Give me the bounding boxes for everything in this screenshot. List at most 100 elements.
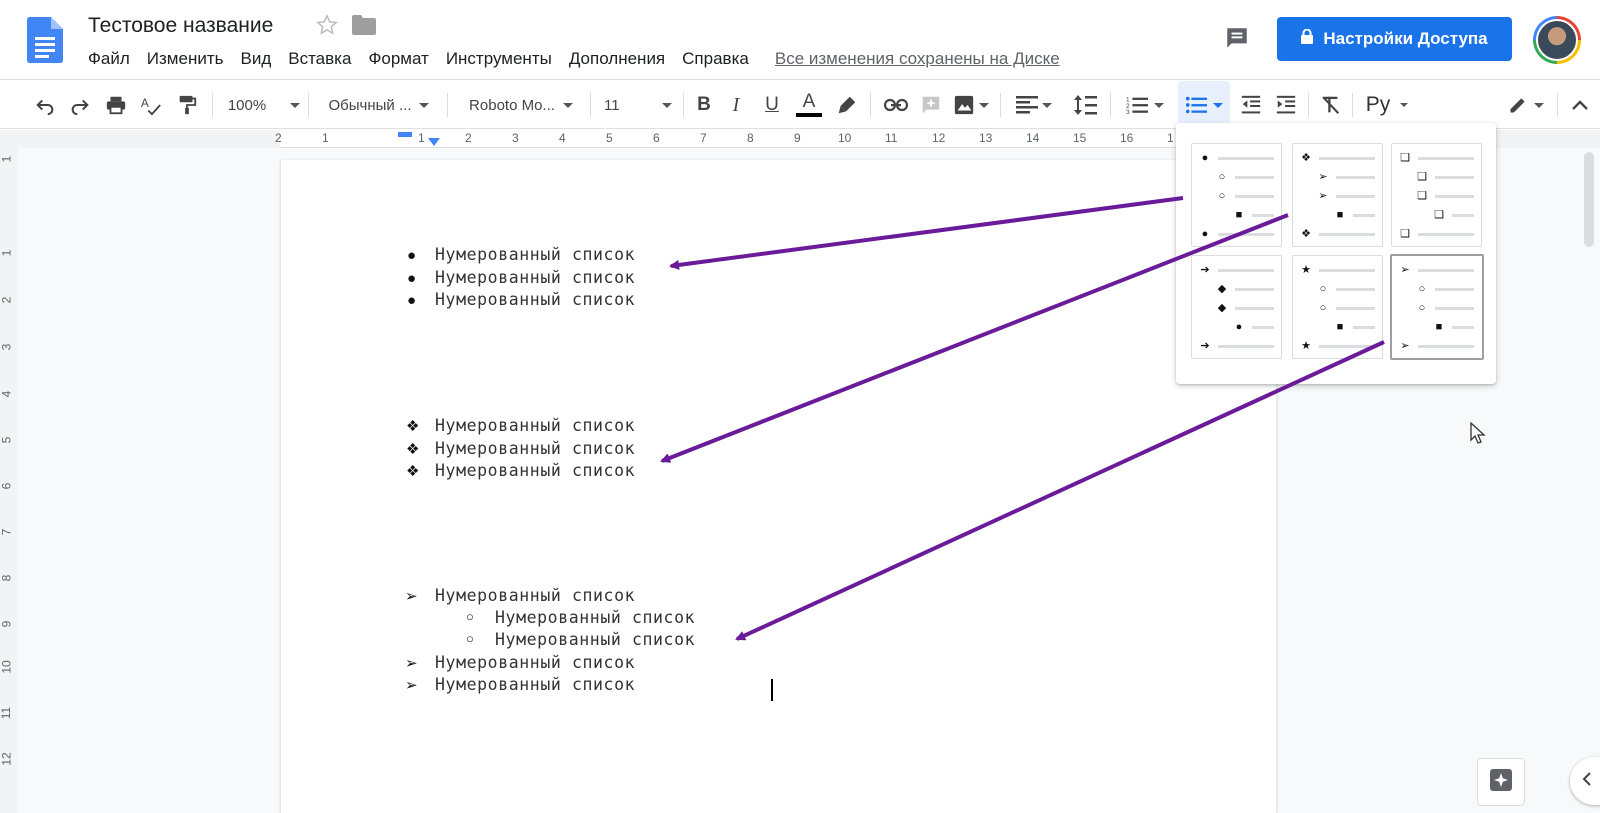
- chevron-down-icon: [662, 102, 672, 108]
- ruler-label: 12: [0, 752, 14, 766]
- list-bullet: ❖: [406, 441, 420, 458]
- underline-icon[interactable]: U: [760, 81, 784, 129]
- menu-bar: Файл Изменить Вид Вставка Формат Инструм…: [88, 49, 1077, 69]
- paint-format-icon[interactable]: [174, 81, 200, 129]
- editing-mode-icon[interactable]: [1504, 81, 1548, 129]
- numbered-list-icon[interactable]: 123: [1122, 81, 1168, 129]
- list-item[interactable]: Нумерованный список: [435, 439, 635, 458]
- ruler-label: 6: [0, 482, 14, 490]
- explore-button[interactable]: [1477, 758, 1525, 806]
- bullet-preview-row: ❑: [1398, 228, 1474, 240]
- bullet-preview-line: [1336, 287, 1375, 291]
- list-item[interactable]: Нумерованный список: [435, 290, 635, 309]
- print-icon[interactable]: [103, 81, 129, 129]
- bulleted-list-button[interactable]: [1178, 81, 1230, 129]
- menu-file[interactable]: Файл: [88, 49, 130, 69]
- add-comment-icon[interactable]: [918, 81, 944, 129]
- ruler-label: 10: [0, 660, 14, 674]
- ruler-label: 1: [322, 131, 329, 145]
- bullet-preview-symbol: ○: [1218, 171, 1226, 183]
- list-bullet: ❖: [406, 463, 420, 480]
- input-tools-select[interactable]: Ру: [1360, 81, 1414, 129]
- insert-image-icon[interactable]: [950, 81, 992, 129]
- menu-help[interactable]: Справка: [682, 49, 749, 69]
- input-language-label: Ру: [1365, 93, 1391, 116]
- bullet-option-arrow[interactable]: ➔ ◆ ◆ ● ➔: [1191, 255, 1282, 359]
- paragraph-style-select[interactable]: Обычный ...: [320, 81, 438, 129]
- document-page[interactable]: ● Нумерованный список ● Нумерованный спи…: [281, 160, 1276, 813]
- list-item[interactable]: Нумерованный список: [435, 245, 635, 264]
- bullet-preview-line: [1235, 287, 1274, 291]
- ruler-label: 5: [0, 436, 14, 444]
- star-icon[interactable]: [316, 14, 338, 41]
- first-line-indent-marker[interactable]: [398, 132, 412, 137]
- bold-icon[interactable]: B: [692, 81, 716, 129]
- vertical-ruler[interactable]: 1 1 2 3 4 5 6 7 8 9 10 11 12: [0, 148, 18, 813]
- list-item[interactable]: Нумерованный список: [435, 416, 635, 435]
- collapse-menus-icon[interactable]: [1568, 81, 1592, 129]
- bullet-option-arrowhead[interactable]: ➢ ○ ○ ■ ➢: [1390, 254, 1484, 360]
- list-item[interactable]: Нумерованный список: [435, 653, 635, 672]
- chevron-down-icon: [562, 102, 573, 108]
- docs-logo-icon[interactable]: [27, 17, 63, 63]
- line-spacing-icon[interactable]: [1070, 81, 1100, 129]
- clear-formatting-icon[interactable]: [1318, 81, 1344, 129]
- list-item[interactable]: Нумерованный список: [435, 268, 635, 287]
- list-item[interactable]: Нумерованный список: [435, 586, 635, 605]
- bullet-preview-line: [1418, 344, 1474, 348]
- highlight-icon[interactable]: [834, 81, 860, 129]
- decrease-indent-icon[interactable]: [1238, 81, 1264, 129]
- ruler-label: 11: [885, 131, 898, 145]
- share-button[interactable]: Настройки Доступа: [1277, 17, 1512, 61]
- bullet-preview-symbol: ❑: [1417, 190, 1427, 202]
- left-indent-marker[interactable]: [428, 138, 440, 146]
- bullet-preview-line: [1218, 232, 1274, 236]
- menu-edit[interactable]: Изменить: [147, 49, 224, 69]
- bullet-preview-line: [1452, 213, 1474, 217]
- list-item[interactable]: Нумерованный список: [435, 675, 635, 694]
- bullet-preview-symbol: ➢: [1318, 190, 1328, 202]
- menu-addons[interactable]: Дополнения: [569, 49, 665, 69]
- bullet-preview-symbol: ■: [1235, 209, 1243, 221]
- bullet-option-box[interactable]: ❑ ❑ ❑ ❑ ❑: [1391, 143, 1482, 247]
- bullet-preview-row: ❖: [1299, 152, 1375, 164]
- spellcheck-icon[interactable]: A: [138, 81, 164, 129]
- bullet-preview-line: [1353, 325, 1375, 329]
- bullet-option-diamond[interactable]: ❖ ➢ ➢ ■ ❖: [1292, 143, 1383, 247]
- list-item[interactable]: Нумерованный список: [435, 461, 635, 480]
- menu-format[interactable]: Формат: [368, 49, 428, 69]
- align-icon[interactable]: [1012, 81, 1056, 129]
- comments-icon[interactable]: [1224, 25, 1250, 51]
- bullet-preview-line: [1319, 156, 1375, 160]
- italic-icon[interactable]: I: [724, 81, 748, 129]
- bullet-preview-line: [1218, 268, 1274, 272]
- bullet-option-disc[interactable]: ● ○ ○ ■ ●: [1191, 143, 1282, 247]
- vertical-scrollbar[interactable]: [1584, 152, 1594, 247]
- bullet-preview-row: ➔: [1198, 264, 1274, 276]
- account-avatar[interactable]: [1533, 16, 1581, 64]
- undo-icon[interactable]: [32, 81, 58, 129]
- link-icon[interactable]: [882, 81, 910, 129]
- save-status-link[interactable]: Все изменения сохранены на Диске: [775, 49, 1060, 69]
- lock-icon: [1301, 28, 1314, 49]
- redo-icon[interactable]: [67, 81, 93, 129]
- font-size-select[interactable]: 11: [604, 81, 672, 129]
- bullet-preview-row: ❖: [1299, 228, 1375, 240]
- increase-indent-icon[interactable]: [1273, 81, 1299, 129]
- list-item[interactable]: Нумерованный список: [495, 630, 695, 649]
- bullet-preview-line: [1252, 325, 1274, 329]
- menu-tools[interactable]: Инструменты: [446, 49, 552, 69]
- bullet-preview-line: [1353, 213, 1375, 217]
- document-title[interactable]: Тестовое название: [88, 14, 273, 38]
- list-item[interactable]: Нумерованный список: [495, 608, 695, 627]
- menu-view[interactable]: Вид: [240, 49, 271, 69]
- bullet-preview-symbol: ○: [1418, 302, 1426, 314]
- bullet-preview-row: ➔: [1198, 340, 1274, 352]
- folder-icon[interactable]: [352, 15, 376, 40]
- zoom-select[interactable]: 100%: [226, 81, 302, 129]
- text-color-icon[interactable]: A: [795, 81, 823, 129]
- font-select[interactable]: Roboto Mo...: [462, 81, 580, 129]
- menu-insert[interactable]: Вставка: [288, 49, 351, 69]
- bullet-preview-line: [1336, 306, 1375, 310]
- bullet-option-star[interactable]: ★ ○ ○ ■ ★: [1292, 255, 1383, 359]
